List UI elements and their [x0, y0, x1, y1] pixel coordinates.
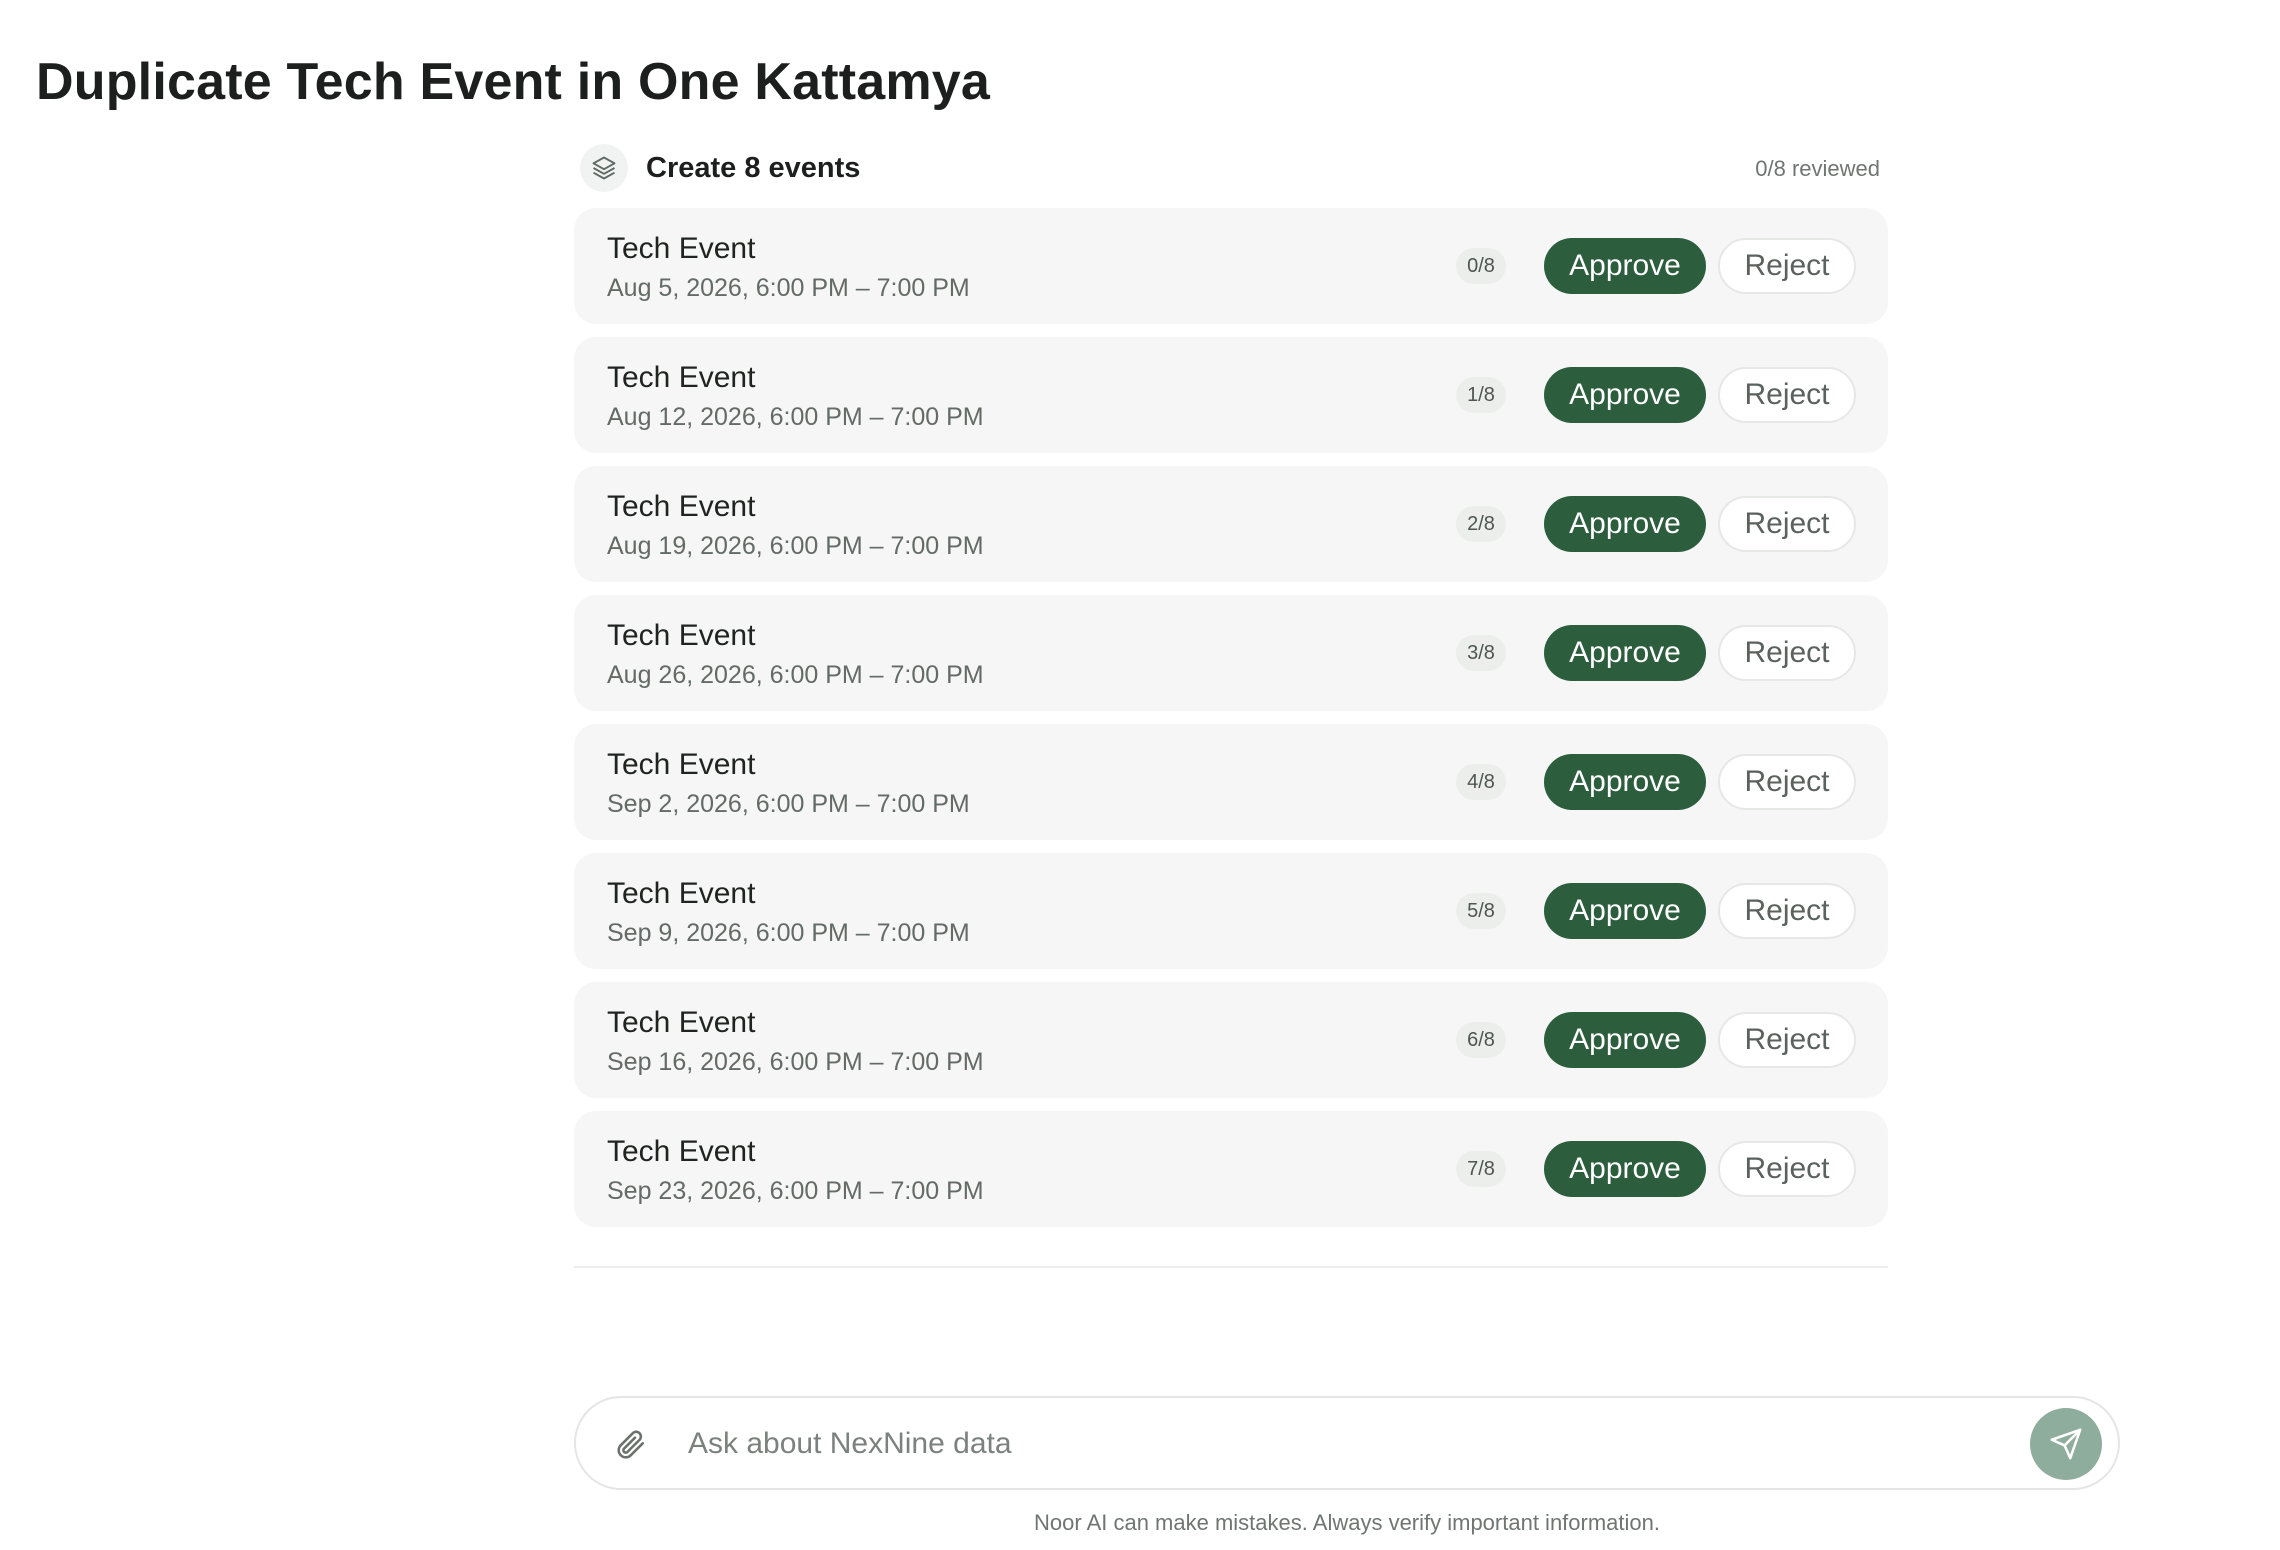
event-time: Aug 12, 2026, 6:00 PM – 7:00 PM	[607, 403, 984, 431]
reject-button[interactable]: Reject	[1718, 625, 1856, 681]
event-index-badge: 3/8	[1456, 635, 1506, 671]
layers-icon	[580, 144, 628, 192]
batch-header: Create 8 events 0/8 reviewed	[574, 142, 1888, 194]
event-name: Tech Event	[607, 490, 756, 523]
event-index-badge: 0/8	[1456, 248, 1506, 284]
event-time: Sep 2, 2026, 6:00 PM – 7:00 PM	[607, 790, 970, 818]
event-name: Tech Event	[607, 361, 756, 394]
event-name: Tech Event	[607, 232, 756, 265]
paperclip-icon[interactable]	[610, 1424, 650, 1464]
page-title: Duplicate Tech Event in One Kattamya	[36, 53, 991, 111]
event-batch-panel: Create 8 events 0/8 reviewed Tech Event …	[574, 142, 1888, 1240]
reject-button[interactable]: Reject	[1718, 367, 1856, 423]
approve-button[interactable]: Approve	[1544, 754, 1706, 810]
approve-button[interactable]: Approve	[1544, 496, 1706, 552]
disclaimer-text: Noor AI can make mistakes. Always verify…	[1033, 1510, 1660, 1535]
event-index-badge: 4/8	[1456, 764, 1506, 800]
event-card: Tech Event Aug 12, 2026, 6:00 PM – 7:00 …	[574, 337, 1888, 453]
event-time: Aug 5, 2026, 6:00 PM – 7:00 PM	[607, 274, 970, 302]
page: Duplicate Tech Event in One Kattamya Cre…	[0, 0, 2280, 1550]
reject-button[interactable]: Reject	[1718, 496, 1856, 552]
send-icon[interactable]	[2030, 1408, 2102, 1480]
approve-button[interactable]: Approve	[1544, 1012, 1706, 1068]
approve-button[interactable]: Approve	[1544, 1141, 1706, 1197]
divider	[574, 1266, 1888, 1268]
event-time: Sep 9, 2026, 6:00 PM – 7:00 PM	[607, 919, 970, 947]
event-index-badge: 1/8	[1456, 377, 1506, 413]
event-time: Sep 16, 2026, 6:00 PM – 7:00 PM	[607, 1048, 984, 1076]
chat-composer	[574, 1396, 2120, 1490]
event-time: Aug 19, 2026, 6:00 PM – 7:00 PM	[607, 532, 984, 560]
event-index-badge: 2/8	[1456, 506, 1506, 542]
reject-button[interactable]: Reject	[1718, 754, 1856, 810]
event-time: Aug 26, 2026, 6:00 PM – 7:00 PM	[607, 661, 984, 689]
event-card: Tech Event Sep 16, 2026, 6:00 PM – 7:00 …	[574, 982, 1888, 1098]
event-card: Tech Event Sep 23, 2026, 6:00 PM – 7:00 …	[574, 1111, 1888, 1227]
event-index-badge: 5/8	[1456, 893, 1506, 929]
event-card: Tech Event Sep 2, 2026, 6:00 PM – 7:00 P…	[574, 724, 1888, 840]
event-name: Tech Event	[607, 619, 756, 652]
event-name: Tech Event	[607, 877, 756, 910]
event-list: Tech Event Aug 5, 2026, 6:00 PM – 7:00 P…	[574, 208, 1888, 1227]
event-card: Tech Event Aug 19, 2026, 6:00 PM – 7:00 …	[574, 466, 1888, 582]
event-card: Tech Event Aug 26, 2026, 6:00 PM – 7:00 …	[574, 595, 1888, 711]
event-name: Tech Event	[607, 1006, 756, 1039]
event-name: Tech Event	[607, 748, 756, 781]
reviewed-count: 0/8 reviewed	[1755, 156, 1880, 181]
chat-input[interactable]	[688, 1416, 1968, 1472]
batch-title: Create 8 events	[646, 151, 861, 184]
approve-button[interactable]: Approve	[1544, 367, 1706, 423]
event-name: Tech Event	[607, 1135, 756, 1168]
event-index-badge: 7/8	[1456, 1151, 1506, 1187]
event-index-badge: 6/8	[1456, 1022, 1506, 1058]
reject-button[interactable]: Reject	[1718, 238, 1856, 294]
event-time: Sep 23, 2026, 6:00 PM – 7:00 PM	[607, 1177, 984, 1205]
event-card: Tech Event Aug 5, 2026, 6:00 PM – 7:00 P…	[574, 208, 1888, 324]
approve-button[interactable]: Approve	[1544, 238, 1706, 294]
reject-button[interactable]: Reject	[1718, 1012, 1856, 1068]
approve-button[interactable]: Approve	[1544, 625, 1706, 681]
approve-button[interactable]: Approve	[1544, 883, 1706, 939]
reject-button[interactable]: Reject	[1718, 1141, 1856, 1197]
reject-button[interactable]: Reject	[1718, 883, 1856, 939]
event-card: Tech Event Sep 9, 2026, 6:00 PM – 7:00 P…	[574, 853, 1888, 969]
